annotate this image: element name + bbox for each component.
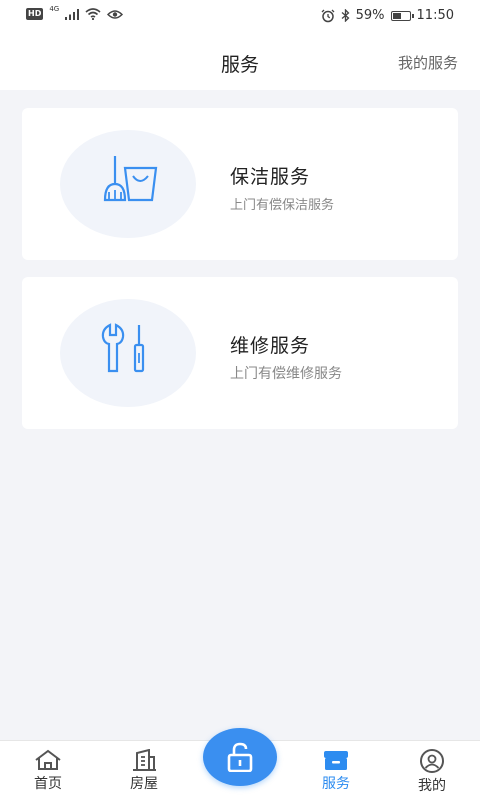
eye-icon	[107, 9, 124, 19]
battery-percent: 59%	[355, 8, 385, 23]
user-icon	[420, 749, 444, 773]
service-subtitle: 上门有偿保洁服务	[230, 198, 335, 213]
tab-label: 我的	[418, 778, 446, 794]
status-bar-left: HD 4G	[26, 5, 124, 20]
tab-label: 首页	[34, 776, 62, 792]
service-title: 维修服务	[230, 335, 311, 357]
tab-house[interactable]: 房屋	[96, 741, 192, 801]
status-bar: HD 4G 59% 11:50	[0, 0, 480, 32]
home-icon	[35, 749, 61, 770]
wifi-icon	[85, 8, 101, 20]
signal-icon	[65, 8, 80, 20]
bluetooth-icon	[341, 9, 350, 22]
tab-service[interactable]: 服务	[288, 741, 384, 801]
unlock-button[interactable]	[203, 728, 277, 786]
service-card-cleaning[interactable]: 保洁服务 上门有偿保洁服务	[22, 108, 458, 260]
hd-badge: HD	[26, 8, 44, 20]
tab-home[interactable]: 首页	[0, 741, 96, 801]
status-time: 11:50	[416, 8, 454, 23]
service-icon-circle	[60, 130, 196, 238]
network-type: 4G	[49, 5, 60, 13]
service-title: 保洁服务	[230, 166, 311, 188]
alarm-icon	[321, 9, 335, 22]
service-icon-circle	[60, 299, 196, 407]
tab-mine[interactable]: 我的	[384, 741, 480, 801]
service-card-repair[interactable]: 维修服务 上门有偿维修服务	[22, 277, 458, 429]
tab-label: 服务	[322, 776, 350, 792]
service-box-icon	[324, 751, 348, 770]
my-services-link[interactable]: 我的服务	[398, 52, 458, 73]
battery-icon	[390, 10, 414, 21]
building-icon	[133, 749, 156, 771]
cleaning-icon	[103, 156, 158, 202]
unlock-icon	[227, 742, 253, 772]
repair-tools-icon	[101, 323, 145, 373]
battery-fill	[392, 12, 401, 19]
service-subtitle: 上门有偿维修服务	[230, 366, 342, 382]
status-bar-right: 59% 11:50	[321, 8, 454, 23]
page-header: 服务 我的服务	[0, 32, 480, 90]
tab-label: 房屋	[130, 776, 158, 792]
